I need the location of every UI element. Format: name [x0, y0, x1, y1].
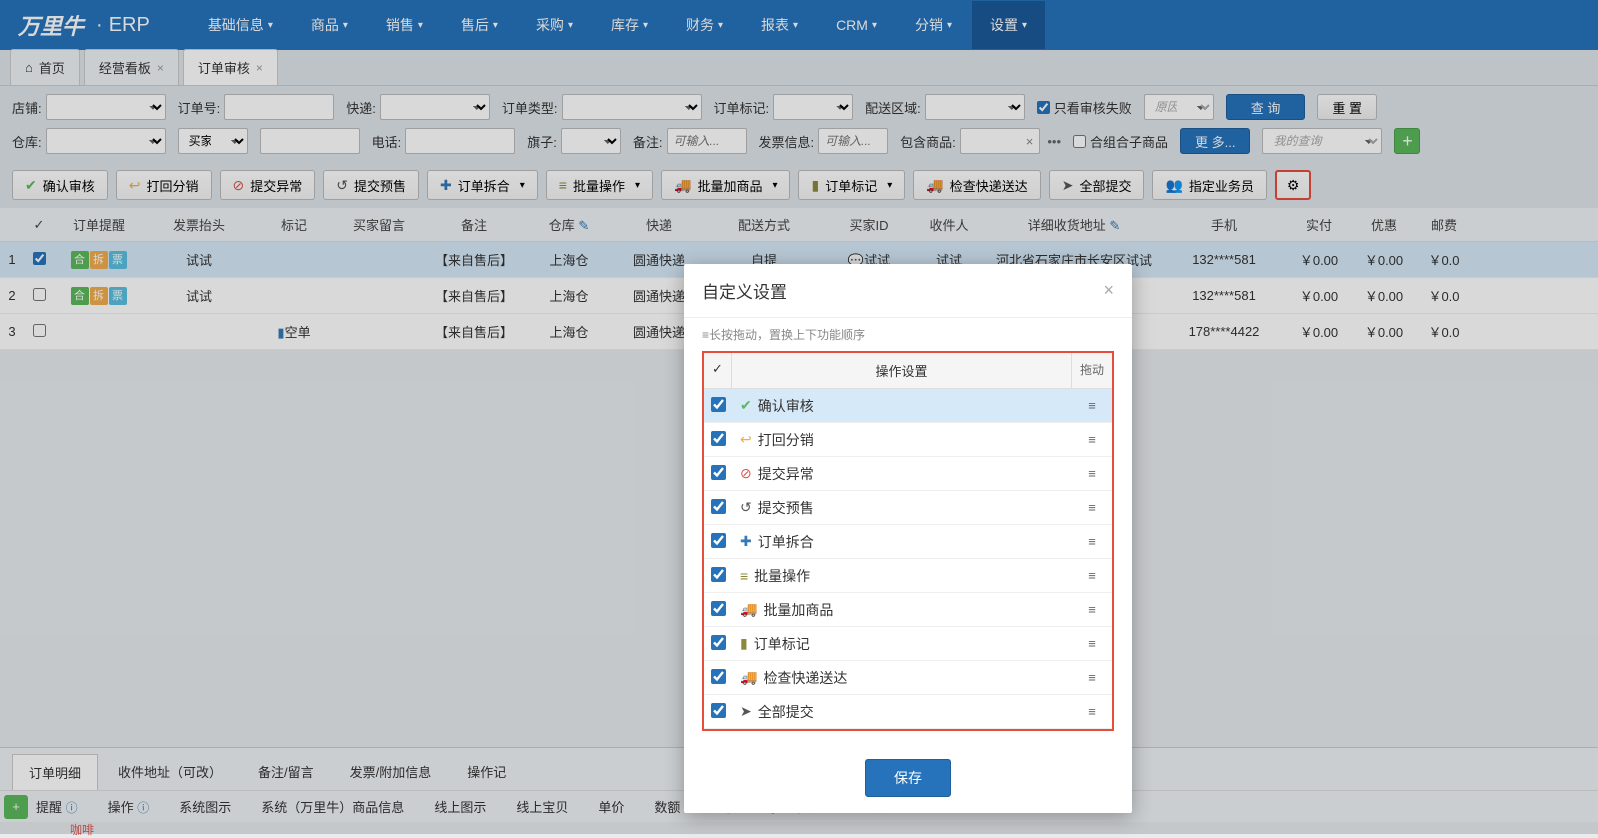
settings-list: ✓ 操作设置 拖动 ✔确认审核≡↩打回分销≡⊘提交异常≡↺提交预售≡✚订单拆合≡…: [702, 351, 1114, 731]
settings-col-drag: 拖动: [1072, 353, 1112, 388]
modal-hint: ≡长按拖动，置换上下功能顺序: [684, 318, 1132, 351]
settings-icon: 🚚: [740, 669, 757, 686]
modal-save-button[interactable]: 保存: [865, 759, 951, 797]
settings-row-8[interactable]: 🚚检查快递送达≡: [704, 661, 1112, 695]
drag-handle-icon[interactable]: ≡: [1072, 602, 1112, 617]
settings-checkbox[interactable]: [711, 703, 726, 718]
settings-row-7[interactable]: ▮订单标记≡: [704, 627, 1112, 661]
modal-title: 自定义设置: [702, 278, 787, 303]
settings-checkbox[interactable]: [711, 635, 726, 650]
drag-handle-icon[interactable]: ≡: [1072, 466, 1112, 481]
drag-handle-icon[interactable]: ≡: [1072, 568, 1112, 583]
settings-checkbox[interactable]: [711, 533, 726, 548]
settings-checkbox[interactable]: [711, 465, 726, 480]
settings-checkbox[interactable]: [711, 499, 726, 514]
settings-icon: ↺: [740, 499, 752, 516]
settings-icon: ✚: [740, 533, 752, 550]
modal-close-button[interactable]: ×: [1103, 280, 1114, 301]
settings-icon: ➤: [740, 703, 752, 720]
settings-icon: ≡: [740, 568, 748, 584]
settings-row-0[interactable]: ✔确认审核≡: [704, 389, 1112, 423]
settings-row-4[interactable]: ✚订单拆合≡: [704, 525, 1112, 559]
settings-icon: ✔: [740, 397, 752, 414]
settings-checkbox[interactable]: [711, 567, 726, 582]
settings-icon: ▮: [740, 635, 748, 652]
settings-modal: 自定义设置 × ≡长按拖动，置换上下功能顺序 ✓ 操作设置 拖动 ✔确认审核≡↩…: [684, 264, 1132, 813]
settings-row-9[interactable]: ➤全部提交≡: [704, 695, 1112, 729]
settings-row-2[interactable]: ⊘提交异常≡: [704, 457, 1112, 491]
drag-handle-icon[interactable]: ≡: [1072, 636, 1112, 651]
settings-col-name: 操作设置: [732, 353, 1072, 388]
settings-icon: ⊘: [740, 465, 752, 482]
settings-checkbox[interactable]: [711, 397, 726, 412]
settings-icon: ↩: [740, 431, 752, 448]
settings-row-5[interactable]: ≡批量操作≡: [704, 559, 1112, 593]
settings-checkbox[interactable]: [711, 431, 726, 446]
settings-row-3[interactable]: ↺提交预售≡: [704, 491, 1112, 525]
settings-checkbox[interactable]: [711, 601, 726, 616]
drag-handle-icon[interactable]: ≡: [1072, 534, 1112, 549]
drag-handle-icon[interactable]: ≡: [1072, 704, 1112, 719]
drag-handle-icon[interactable]: ≡: [1072, 670, 1112, 685]
settings-row-1[interactable]: ↩打回分销≡: [704, 423, 1112, 457]
settings-checkbox[interactable]: [711, 669, 726, 684]
drag-handle-icon[interactable]: ≡: [1072, 500, 1112, 515]
drag-handle-icon[interactable]: ≡: [1072, 398, 1112, 413]
settings-row-6[interactable]: 🚚批量加商品≡: [704, 593, 1112, 627]
drag-handle-icon[interactable]: ≡: [1072, 432, 1112, 447]
settings-col-check: ✓: [704, 353, 732, 388]
settings-icon: 🚚: [740, 601, 757, 618]
